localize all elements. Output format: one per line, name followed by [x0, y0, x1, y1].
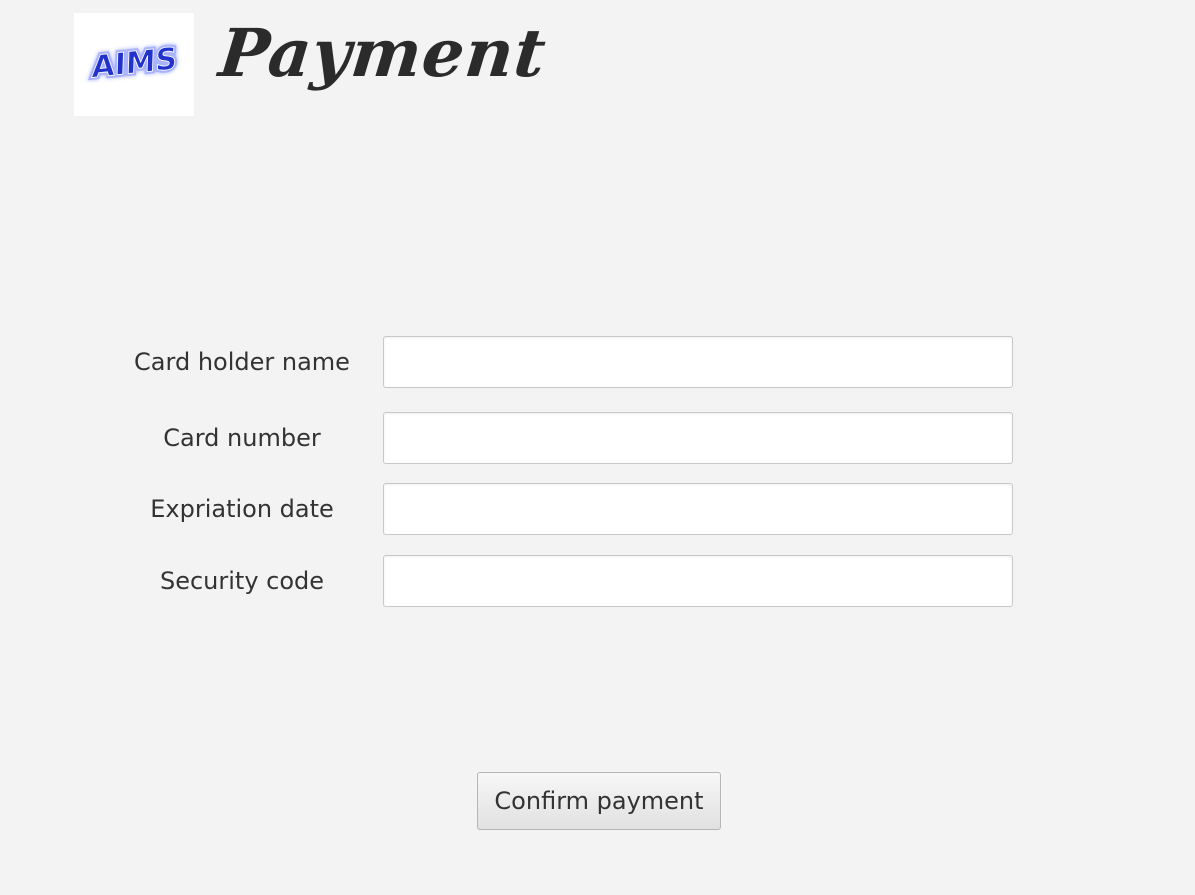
card-number-input[interactable]: [383, 412, 1013, 464]
aims-logo-graphic: AIMS AIMS: [89, 39, 181, 88]
page-title: Payment: [215, 14, 551, 92]
expiration-date-input[interactable]: [383, 483, 1013, 535]
card-holder-name-input[interactable]: [383, 336, 1013, 388]
aims-logo: AIMS AIMS: [74, 13, 194, 116]
expiration-date-label: Expriation date: [150, 495, 334, 523]
card-number-label: Card number: [163, 424, 321, 452]
logo-text: AIMS: [91, 41, 178, 85]
confirm-payment-button[interactable]: Confirm payment: [477, 772, 721, 830]
payment-page: AIMS AIMS Payment Card holder name Card …: [0, 0, 1195, 895]
security-code-label: Security code: [159, 567, 325, 595]
security-code-input[interactable]: [383, 555, 1013, 607]
card-holder-name-label: Card holder name: [134, 348, 350, 376]
